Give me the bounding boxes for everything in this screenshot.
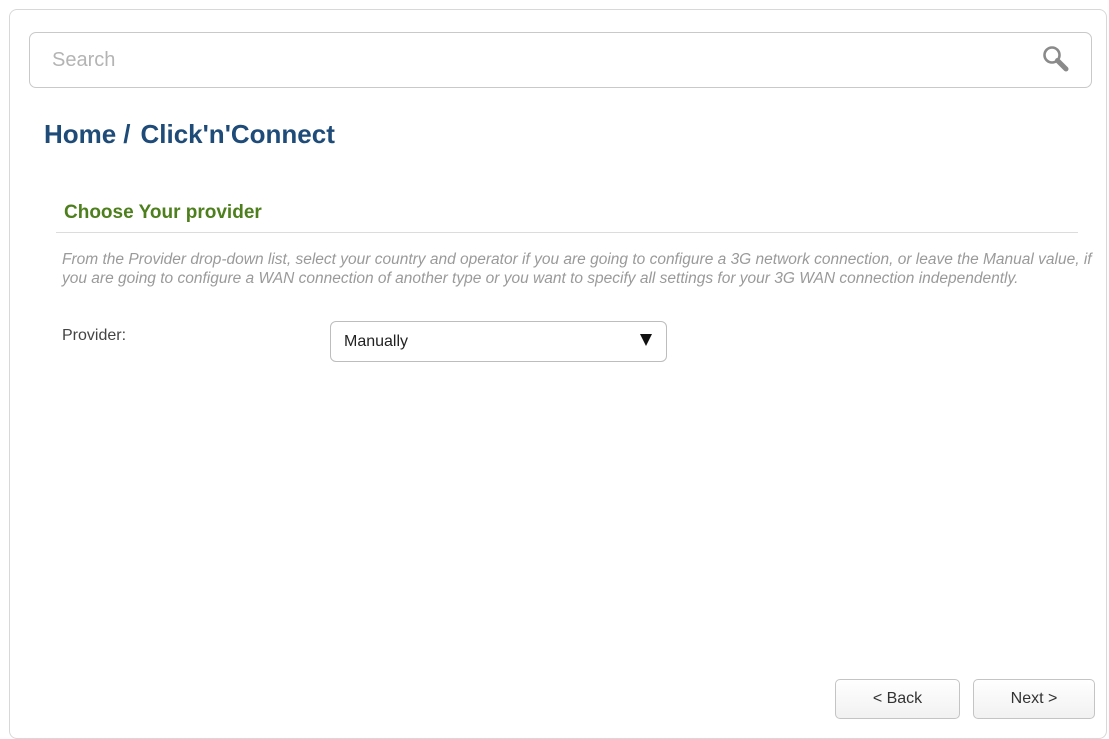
breadcrumb-separator: / [123,119,131,149]
section-title: Choose Your provider [64,202,262,223]
search-box[interactable] [29,32,1092,88]
back-button[interactable]: < Back [835,679,960,719]
next-button[interactable]: Next > [973,679,1095,719]
section-divider [56,232,1078,233]
provider-select[interactable]: Manually [330,321,667,362]
breadcrumb-current: Click'n'Connect [140,119,335,149]
dropdown-arrow-icon [640,334,652,346]
provider-selected-value: Manually [344,333,409,350]
search-icon[interactable] [1041,44,1071,74]
search-input[interactable] [52,45,1012,75]
breadcrumb-home[interactable]: Home [44,119,116,149]
breadcrumb: Home / Click'n'Connect [44,119,335,150]
provider-label: Provider: [62,327,127,344]
section-description: From the Provider drop-down list, select… [62,251,1092,287]
